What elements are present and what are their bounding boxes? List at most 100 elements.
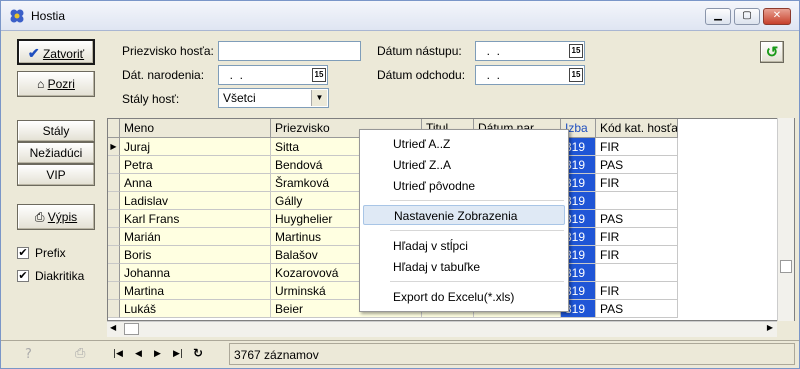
regular-guest-label: Stály hosť: [122,92,180,106]
table-cell[interactable]: FIR [596,246,678,264]
arrival-date-value: . . [480,44,501,58]
row-selector[interactable] [108,282,120,300]
tab-vip[interactable]: VIP [17,164,95,186]
maximize-button[interactable]: ▢ [734,8,760,25]
table-cell[interactable]: Juraj [120,138,271,156]
menu-separator [390,230,564,231]
departure-date-input[interactable]: . . 15 [475,65,585,85]
row-selector[interactable] [108,228,120,246]
row-selector[interactable] [108,246,120,264]
calendar-icon[interactable]: 15 [569,68,583,82]
regular-guest-select[interactable]: Všetci ▼ [218,88,329,108]
column-header-meno[interactable]: Meno [120,119,271,138]
calendar-icon[interactable]: 15 [569,44,583,58]
main-window: Hostia ▁ ▢ ✕ ✔ Zatvoriť ⌂ Pozri Stály Ne… [0,0,800,369]
tab-unwanted-label: Nežiadúci [29,146,83,160]
calendar-icon[interactable]: 15 [312,68,326,82]
table-cell[interactable]: Petra [120,156,271,174]
checkmark-icon: ✔ [27,45,40,61]
menu-sort-desc[interactable]: Utrieď Z..A [363,155,565,175]
diacritics-checkbox[interactable]: ✔ [17,270,29,282]
birth-date-value: . . [223,68,244,82]
table-cell[interactable] [596,192,678,210]
table-cell[interactable]: FIR [596,174,678,192]
arrival-date-label: Dátum nástupu: [377,44,462,58]
next-record-icon[interactable]: ▶ [154,349,161,359]
row-selector[interactable] [108,264,120,282]
menu-sort-original[interactable]: Utrieď pôvodne [363,176,565,196]
view-button-label: Pozri [47,77,75,91]
title-bar: Hostia ▁ ▢ ✕ [1,1,799,31]
prefix-label: Prefix [35,246,66,260]
close-button[interactable]: ✔ Zatvoriť [17,39,95,65]
column-header-kod[interactable]: Kód kat. hosťa [596,119,678,138]
context-menu: Utrieď A..Z Utrieď Z..A Utrieď pôvodne N… [359,129,569,312]
table-cell[interactable] [596,264,678,282]
first-record-icon[interactable]: |◀ [113,349,123,359]
reload-icon[interactable]: ↻ [193,346,203,360]
menu-display-settings[interactable]: Nastavenie Zobrazenia [363,205,565,225]
table-cell[interactable]: Boris [120,246,271,264]
table-cell[interactable]: Anna [120,174,271,192]
birth-date-input[interactable]: . . 15 [218,65,328,85]
view-button[interactable]: ⌂ Pozri [17,71,95,97]
table-cell[interactable]: Martina [120,282,271,300]
tab-unwanted[interactable]: Nežiadúci [17,142,95,164]
menu-search-column[interactable]: Hľadaj v stĺpci [363,236,565,256]
menu-export-excel[interactable]: Export do Excelu(*.xls) [363,287,565,307]
table-cell[interactable]: FIR [596,228,678,246]
vertical-scrollbar[interactable] [777,118,794,321]
birth-date-label: Dát. narodenia: [122,68,205,82]
scroll-thumb[interactable] [780,260,792,273]
row-selector-header [108,119,120,138]
row-selector[interactable] [108,300,120,318]
table-cell[interactable]: Marián [120,228,271,246]
surname-input[interactable] [218,41,361,61]
menu-separator [390,281,564,282]
row-selector[interactable] [108,156,120,174]
row-selector[interactable] [108,174,120,192]
print-button[interactable]: ⎙ Výpis [17,204,95,230]
close-button-label: Zatvoriť [42,47,85,61]
departure-date-label: Dátum odchodu: [377,68,466,82]
prefix-checkbox[interactable]: ✔ [17,247,29,259]
table-cell[interactable]: FIR [596,282,678,300]
previous-record-icon[interactable]: ◀ [135,349,142,359]
scroll-left-icon[interactable]: ◀ [110,323,116,332]
print-button-label: Výpis [47,210,78,224]
table-cell[interactable]: Johanna [120,264,271,282]
table-cell[interactable]: PAS [596,210,678,228]
menu-search-table[interactable]: Hľadaj v tabuľke [363,257,565,277]
chevron-down-icon[interactable]: ▼ [311,90,327,106]
minimize-button[interactable]: ▁ [705,8,731,25]
tab-vip-label: VIP [46,168,66,182]
status-bar: ? ⎙ |◀ ◀ ▶ ▶| ↻ 3767 záznamov [1,340,799,368]
refresh-arrow-icon[interactable]: ↺ [760,41,784,63]
table-cell[interactable]: Karl Frans [120,210,271,228]
diacritics-label: Diakritika [35,269,85,283]
departure-date-value: . . [480,68,501,82]
table-cell[interactable]: PAS [596,156,678,174]
table-cell[interactable]: FIR [596,138,678,156]
table-cell[interactable]: Ladislav [120,192,271,210]
printer-icon[interactable]: ⎙ [75,346,85,361]
app-flower-icon [9,8,25,24]
scroll-thumb-h[interactable] [124,323,139,335]
current-row-pointer-icon[interactable]: ▶ [108,138,120,156]
menu-sort-asc[interactable]: Utrieď A..Z [363,134,565,154]
horizontal-scrollbar[interactable]: ◀ ▶ [107,321,777,337]
close-window-button[interactable]: ✕ [763,8,791,25]
regular-guest-value: Všetci [223,91,256,105]
menu-separator [390,200,564,201]
table-cell[interactable]: PAS [596,300,678,318]
arrival-date-input[interactable]: . . 15 [475,41,585,61]
table-cell[interactable]: Lukáš [120,300,271,318]
row-selector[interactable] [108,210,120,228]
scroll-right-icon[interactable]: ▶ [767,323,773,332]
last-record-icon[interactable]: ▶| [173,349,183,359]
row-selector[interactable] [108,192,120,210]
help-icon[interactable]: ? [25,347,32,362]
tab-regular[interactable]: Stály [17,120,95,142]
record-count: 3767 záznamov [234,348,319,362]
window-title: Hostia [31,9,66,23]
